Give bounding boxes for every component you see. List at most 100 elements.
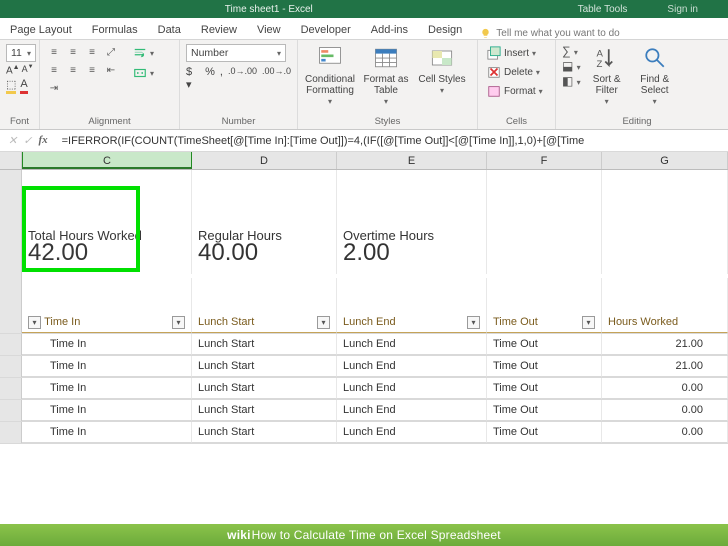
cell-time-in[interactable]: Time In xyxy=(22,378,192,399)
cell-lunch-end[interactable]: Lunch End xyxy=(337,356,487,377)
sign-in-label[interactable]: Sign in xyxy=(667,4,728,15)
cancel-formula-icon[interactable]: ✕ xyxy=(8,134,17,147)
worksheet-grid[interactable]: Total Hours Worked Regular Hours Overtim… xyxy=(0,170,728,526)
row-header[interactable] xyxy=(0,170,22,188)
table-header-time-in[interactable]: ▾ Time In▾ xyxy=(22,312,192,333)
cell-lunch-start[interactable]: Lunch Start xyxy=(192,378,337,399)
align-left-icon[interactable]: ≡ xyxy=(46,62,62,78)
font-size-combo[interactable]: 11▾ xyxy=(6,44,36,62)
tab-page-layout[interactable]: Page Layout xyxy=(0,21,82,39)
cell-time-out[interactable]: Time Out xyxy=(487,356,602,377)
row-header[interactable] xyxy=(0,334,22,355)
merge-center-button[interactable]: ▾ xyxy=(130,64,157,82)
table-row[interactable]: Time InLunch StartLunch EndTime Out21.00 xyxy=(0,356,728,378)
table-header-hours-worked[interactable]: Hours Worked xyxy=(602,312,728,333)
table-row[interactable]: Time InLunch StartLunch EndTime Out0.00 xyxy=(0,400,728,422)
tab-developer[interactable]: Developer xyxy=(291,21,361,39)
tab-data[interactable]: Data xyxy=(148,21,191,39)
cell-lunch-end[interactable]: Lunch End xyxy=(337,400,487,421)
increase-decimal-icon[interactable]: .0→.00 xyxy=(228,66,257,91)
clear-icon[interactable]: ◧ ▾ xyxy=(562,74,581,88)
cell-time-out[interactable]: Time Out xyxy=(487,400,602,421)
comma-format-icon[interactable]: , xyxy=(220,66,223,91)
cell-time-in[interactable]: Time In xyxy=(22,334,192,355)
decrease-indent-icon[interactable]: ⇤ xyxy=(103,62,119,78)
sort-filter-button[interactable]: AZ Sort & Filter▾ xyxy=(585,44,629,107)
summary-value-overtime[interactable]: 2.00 xyxy=(337,232,487,274)
table-row[interactable]: Time InLunch StartLunch EndTime Out21.00 xyxy=(0,334,728,356)
decrease-decimal-icon[interactable]: .00→.0 xyxy=(262,66,291,91)
find-select-button[interactable]: Find & Select▾ xyxy=(633,44,677,107)
table-row[interactable]: Time InLunch StartLunch EndTime Out0.00 xyxy=(0,422,728,444)
cell-lunch-end[interactable]: Lunch End xyxy=(337,334,487,355)
cell-hours-worked[interactable]: 21.00 xyxy=(602,334,728,355)
col-header-c[interactable]: C xyxy=(22,152,192,169)
decrease-font-icon[interactable]: A▼ xyxy=(22,64,34,76)
tab-formulas[interactable]: Formulas xyxy=(82,21,148,39)
row-header[interactable] xyxy=(0,232,22,278)
accounting-format-icon[interactable]: $ ▾ xyxy=(186,66,200,91)
font-color-icon[interactable]: A xyxy=(20,78,27,94)
cell-lunch-start[interactable]: Lunch Start xyxy=(192,422,337,443)
cell-hours-worked[interactable]: 0.00 xyxy=(602,400,728,421)
cell-time-in[interactable]: Time In xyxy=(22,422,192,443)
cell-time-in[interactable]: Time In xyxy=(22,356,192,377)
row-header[interactable] xyxy=(0,312,22,333)
tell-me-search[interactable]: Tell me what you want to do xyxy=(472,28,728,39)
filter-icon[interactable]: ▾ xyxy=(28,316,41,329)
row-header[interactable] xyxy=(0,356,22,377)
cell-lunch-end[interactable]: Lunch End xyxy=(337,378,487,399)
tab-review[interactable]: Review xyxy=(191,21,247,39)
format-cells-button[interactable]: Format ▾ xyxy=(484,82,546,100)
percent-format-icon[interactable]: % xyxy=(205,66,215,91)
filter-icon[interactable]: ▾ xyxy=(582,316,595,329)
align-right-icon[interactable]: ≡ xyxy=(84,62,100,78)
formula-input[interactable]: =IFERROR(IF(COUNT(TimeSheet[@[Time In]:[… xyxy=(56,135,728,147)
col-header-e[interactable]: E xyxy=(337,152,487,169)
cell-time-out[interactable]: Time Out xyxy=(487,378,602,399)
conditional-formatting-button[interactable]: Conditional Formatting▾ xyxy=(304,44,356,107)
align-middle-icon[interactable]: ≡ xyxy=(65,44,81,60)
autosum-icon[interactable]: ∑ ▾ xyxy=(562,44,581,58)
row-header[interactable] xyxy=(0,188,22,232)
tab-addins[interactable]: Add-ins xyxy=(361,21,418,39)
increase-indent-icon[interactable]: ⇥ xyxy=(46,80,62,96)
delete-cells-button[interactable]: Delete ▾ xyxy=(484,63,543,81)
insert-function-icon[interactable]: fx xyxy=(38,134,47,147)
number-format-combo[interactable]: Number ▾ xyxy=(186,44,286,62)
filter-icon[interactable]: ▾ xyxy=(172,316,185,329)
row-header[interactable] xyxy=(0,422,22,443)
tab-view[interactable]: View xyxy=(247,21,291,39)
enter-formula-icon[interactable]: ✓ xyxy=(23,134,32,147)
orientation-icon[interactable]: ⤢ xyxy=(103,44,119,60)
cell-lunch-start[interactable]: Lunch Start xyxy=(192,334,337,355)
align-top-icon[interactable]: ≡ xyxy=(46,44,62,60)
col-header-g[interactable]: G xyxy=(602,152,728,169)
filter-icon[interactable]: ▾ xyxy=(467,316,480,329)
cell-lunch-start[interactable]: Lunch Start xyxy=(192,356,337,377)
col-header-d[interactable]: D xyxy=(192,152,337,169)
cell-hours-worked[interactable]: 0.00 xyxy=(602,378,728,399)
wrap-text-button[interactable]: ▾ xyxy=(130,44,157,62)
filter-icon[interactable]: ▾ xyxy=(317,316,330,329)
insert-cells-button[interactable]: Insert ▾ xyxy=(484,44,539,62)
cell-hours-worked[interactable]: 21.00 xyxy=(602,356,728,377)
tab-design[interactable]: Design xyxy=(418,21,472,39)
table-header-lunch-end[interactable]: Lunch End▾ xyxy=(337,312,487,333)
cell-time-in[interactable]: Time In xyxy=(22,400,192,421)
increase-font-icon[interactable]: A▲ xyxy=(6,64,20,76)
cell-lunch-end[interactable]: Lunch End xyxy=(337,422,487,443)
select-all-corner[interactable] xyxy=(0,152,22,169)
table-row[interactable]: Time InLunch StartLunch EndTime Out0.00 xyxy=(0,378,728,400)
row-header[interactable] xyxy=(0,378,22,399)
col-header-f[interactable]: F xyxy=(487,152,602,169)
table-header-lunch-start[interactable]: Lunch Start▾ xyxy=(192,312,337,333)
format-as-table-button[interactable]: Format as Table▾ xyxy=(360,44,412,107)
row-header[interactable] xyxy=(0,278,22,312)
align-bottom-icon[interactable]: ≡ xyxy=(84,44,100,60)
cell-time-out[interactable]: Time Out xyxy=(487,422,602,443)
cell-hours-worked[interactable]: 0.00 xyxy=(602,422,728,443)
table-header-time-out[interactable]: Time Out▾ xyxy=(487,312,602,333)
row-header[interactable] xyxy=(0,400,22,421)
align-center-icon[interactable]: ≡ xyxy=(65,62,81,78)
